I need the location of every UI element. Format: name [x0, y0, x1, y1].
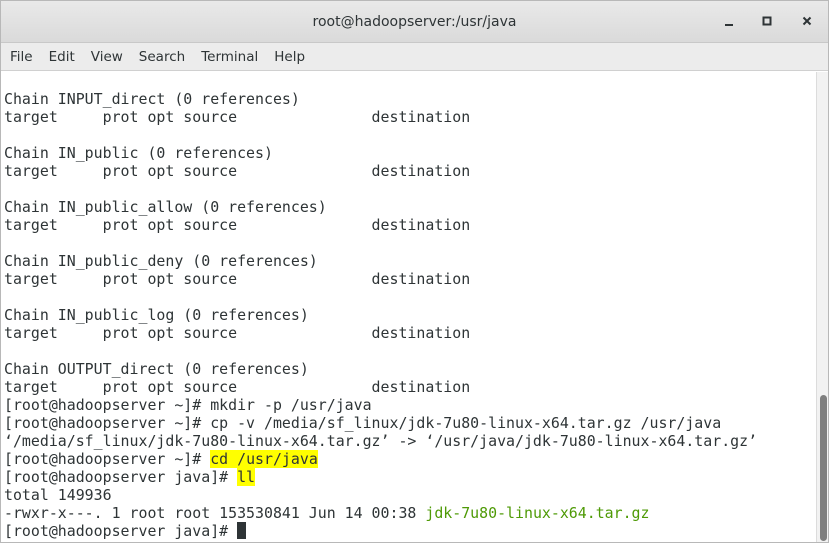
maximize-button[interactable]	[756, 10, 778, 32]
terminal-text: Chain IN_public (0 references)	[4, 144, 273, 162]
terminal-window: root@hadoopserver:/usr/java File Edit Vi…	[0, 0, 829, 543]
terminal-line: [root@hadoopserver ~]# mkdir -p /usr/jav…	[4, 396, 372, 414]
terminal-line: Chain IN_public (0 references)	[4, 144, 273, 162]
highlighted-command: ll	[237, 468, 256, 486]
terminal-line: [root@hadoopserver ~]# cd /usr/java	[4, 450, 318, 468]
menu-help[interactable]: Help	[266, 43, 313, 71]
terminal-text: ‘/media/sf_linux/jdk-7u80-linux-x64.tar.…	[4, 432, 758, 450]
close-button[interactable]	[796, 10, 818, 32]
menu-file[interactable]: File	[1, 43, 41, 71]
vertical-scrollbar[interactable]	[816, 72, 828, 542]
menu-terminal[interactable]: Terminal	[193, 43, 266, 71]
terminal-text: Chain OUTPUT_direct (0 references)	[4, 360, 309, 378]
file-name: jdk-7u80-linux-x64.tar.gz	[425, 504, 650, 522]
text-cursor	[237, 522, 247, 539]
terminal-line: target prot opt source destination	[4, 108, 470, 126]
terminal-line: [root@hadoopserver java]# ll	[4, 468, 256, 486]
highlighted-command: cd /usr/java	[210, 450, 318, 468]
terminal-line: -rwxr-x---. 1 root root 153530841 Jun 14…	[4, 504, 649, 522]
minimize-button[interactable]	[718, 10, 740, 32]
menu-view[interactable]: View	[83, 43, 131, 71]
terminal-text: target prot opt source destination	[4, 324, 471, 342]
terminal-text: target prot opt source destination	[4, 216, 471, 234]
window-title: root@hadoopserver:/usr/java	[312, 14, 517, 30]
terminal-line: Chain IN_public_allow (0 references)	[4, 198, 327, 216]
terminal-text: Chain IN_public_log (0 references)	[4, 306, 309, 324]
terminal-line: Chain OUTPUT_direct (0 references)	[4, 360, 309, 378]
terminal-text: target prot opt source destination	[4, 108, 471, 126]
terminal-text: [root@hadoopserver ~]#	[4, 450, 211, 468]
terminal-line: target prot opt source destination	[4, 378, 470, 396]
terminal-line: total 149936	[4, 486, 112, 504]
terminal-text: target prot opt source destination	[4, 378, 471, 396]
terminal-line: [root@hadoopserver java]#	[4, 522, 247, 540]
menu-bar: File Edit View Search Terminal Help	[1, 43, 828, 71]
minimize-icon	[723, 15, 735, 27]
terminal-text: target prot opt source destination	[4, 270, 471, 288]
terminal-line: ‘/media/sf_linux/jdk-7u80-linux-x64.tar.…	[4, 432, 757, 450]
terminal-text: -rwxr-x---. 1 root root 153530841 Jun 14…	[4, 504, 426, 522]
terminal-text: [root@hadoopserver ~]# mkdir -p /usr/jav…	[4, 396, 372, 414]
terminal-text: target prot opt source destination	[4, 162, 471, 180]
terminal-line: target prot opt source destination	[4, 324, 470, 342]
terminal-output[interactable]: Chain INPUT_direct (0 references) target …	[1, 72, 816, 542]
terminal-text: [root@hadoopserver java]#	[4, 522, 238, 540]
menu-search[interactable]: Search	[131, 43, 193, 71]
terminal-text: total 149936	[4, 486, 112, 504]
close-icon	[801, 15, 813, 27]
terminal-text: [root@hadoopserver ~]# cp -v /media/sf_l…	[4, 414, 722, 432]
scrollbar-thumb[interactable]	[820, 395, 827, 541]
terminal-line: target prot opt source destination	[4, 270, 470, 288]
maximize-icon	[761, 15, 773, 27]
terminal-text: Chain IN_public_deny (0 references)	[4, 252, 318, 270]
terminal-line: Chain INPUT_direct (0 references)	[4, 90, 300, 108]
terminal-text: [root@hadoopserver java]#	[4, 468, 238, 486]
terminal-line: [root@hadoopserver ~]# cp -v /media/sf_l…	[4, 414, 721, 432]
terminal-text: Chain IN_public_allow (0 references)	[4, 198, 327, 216]
terminal-line: target prot opt source destination	[4, 162, 470, 180]
terminal-line: target prot opt source destination	[4, 216, 470, 234]
terminal-line: Chain IN_public_log (0 references)	[4, 306, 309, 324]
terminal-line: Chain IN_public_deny (0 references)	[4, 252, 318, 270]
terminal-text: Chain INPUT_direct (0 references)	[4, 90, 300, 108]
menu-edit[interactable]: Edit	[41, 43, 83, 71]
title-bar[interactable]: root@hadoopserver:/usr/java	[1, 1, 828, 43]
